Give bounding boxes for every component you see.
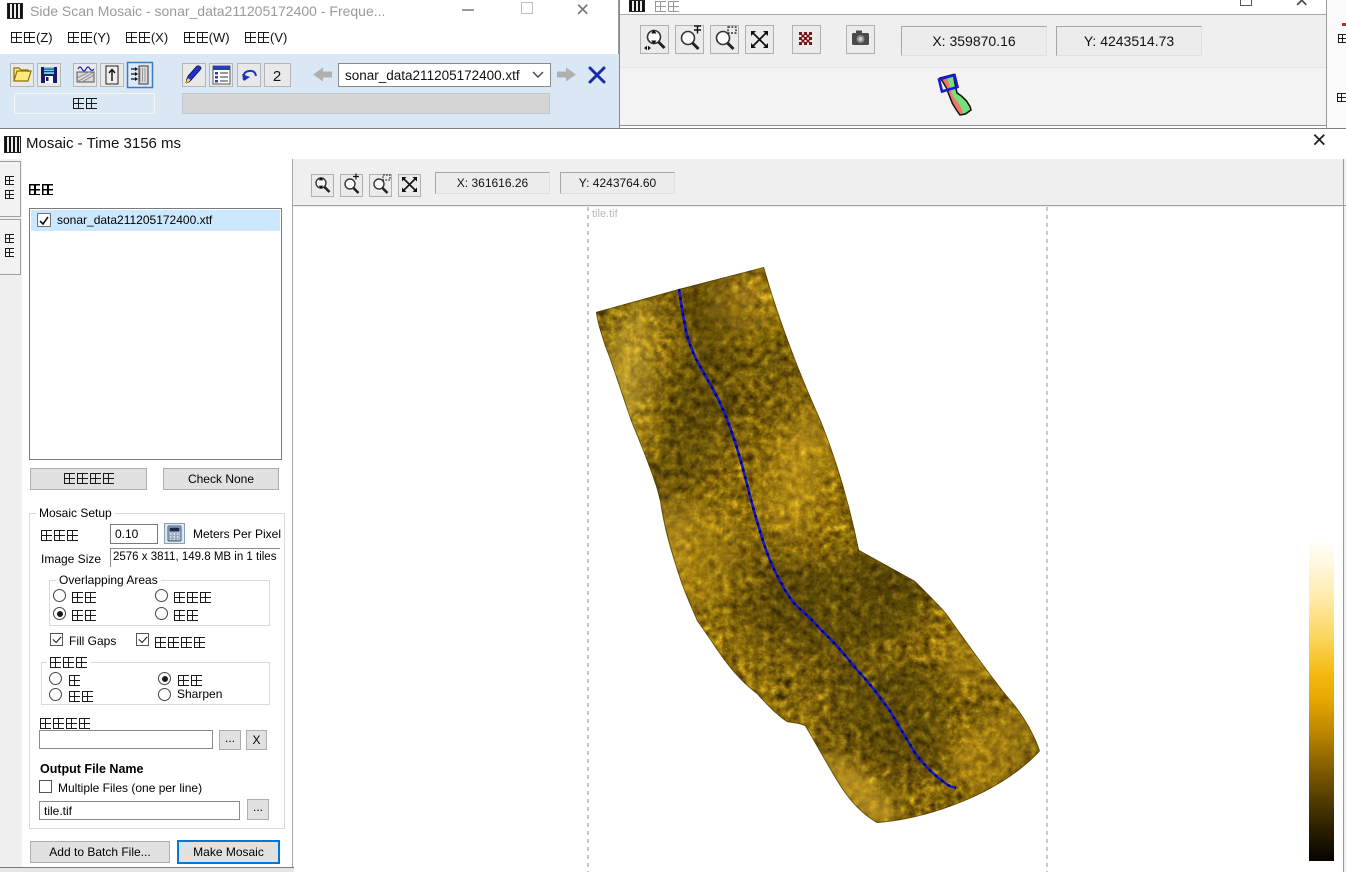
svg-text:sonar_data211205172400.xtf: sonar_data211205172400.xtf xyxy=(345,68,520,83)
svg-text:tile.tif: tile.tif xyxy=(592,208,619,220)
svg-text:2: 2 xyxy=(273,68,281,85)
